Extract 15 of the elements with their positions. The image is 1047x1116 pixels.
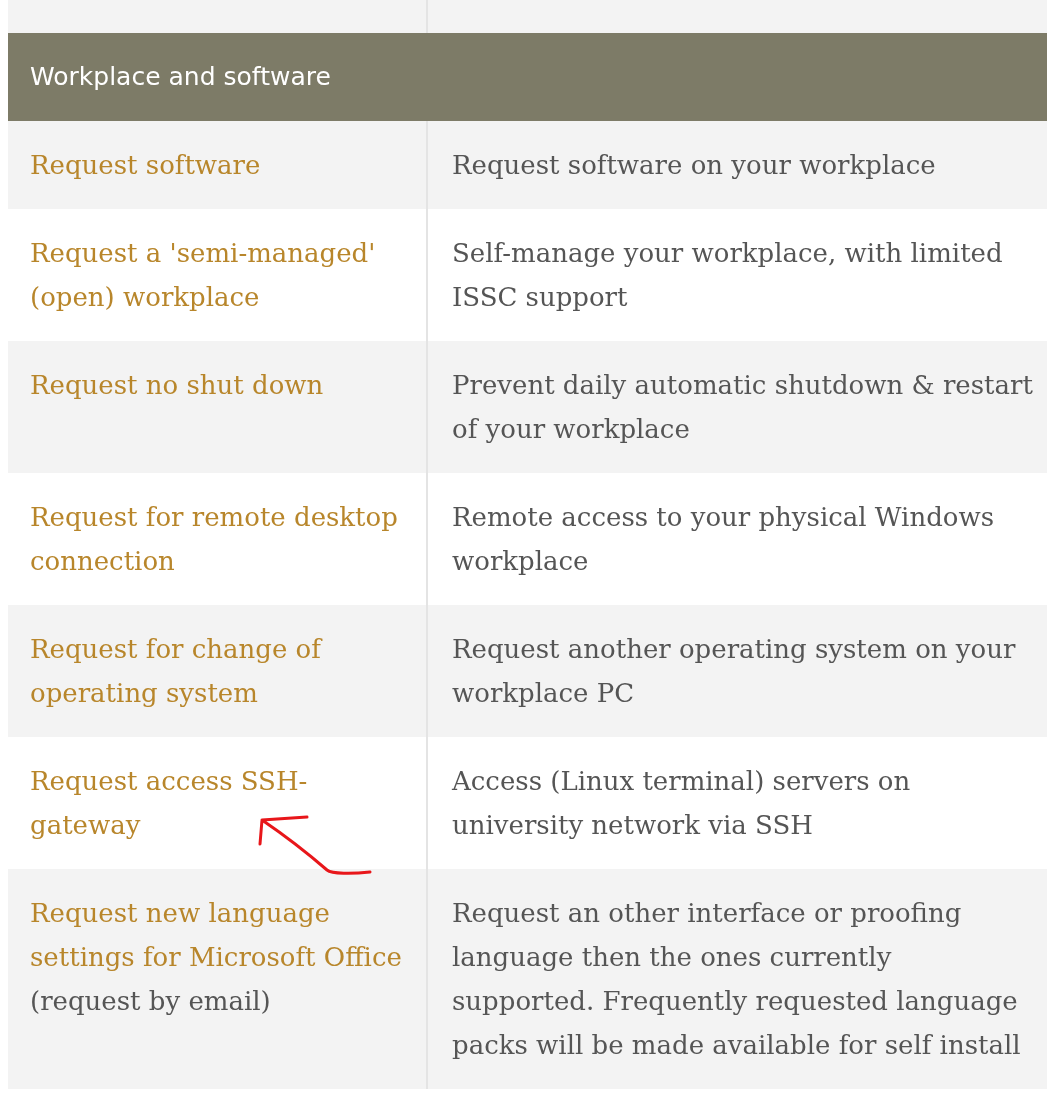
description-cell: Request another operating system on your workplace PC [452,634,1016,708]
description-cell: Self-manage your workplace, with limited ISSC support [452,238,1003,312]
description-cell: Request an other interface or proofing language then the ones currently supported. Frequently requested language packs will be made available for self install [452,898,1021,1060]
service-text[interactable]: Request new language settings for Microsoft Office (request by email) [30,891,406,1023]
service-link[interactable]: Request no shut down [30,363,406,407]
description-cell: Access (Linux terminal) servers on university network via SSH [452,766,911,840]
service-link[interactable]: Request for change of operating system [30,627,406,715]
description-cell: Remote access to your physical Windows workplace [452,502,995,576]
service-link[interactable]: Request access SSH-gateway [30,759,406,847]
service-link[interactable]: Request for remote desktop connection [30,495,406,583]
service-link[interactable]: Request a 'semi-managed' (open) workplace [30,231,406,319]
service-link[interactable]: Request software [30,143,406,187]
description-cell: Prevent daily automatic shutdown & restart of your workplace [452,370,1033,444]
section-header: Workplace and software [8,33,1047,121]
description-cell: Request software on your workplace [452,150,936,180]
